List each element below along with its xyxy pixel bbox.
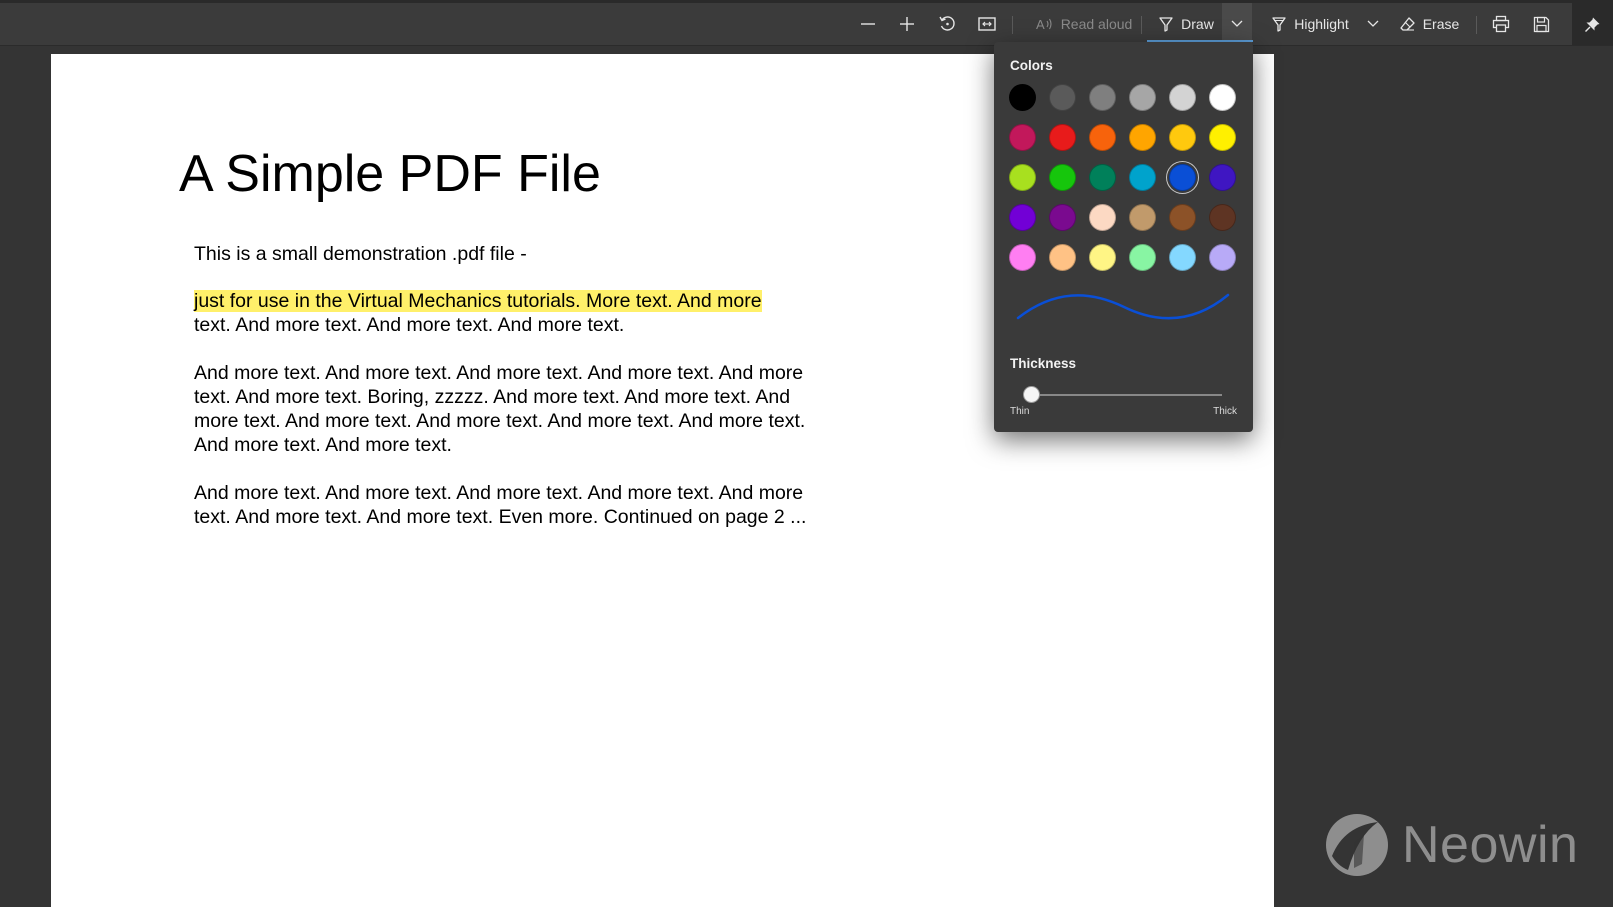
color-swatch[interactable] <box>1209 164 1236 191</box>
color-swatch[interactable] <box>1009 84 1036 111</box>
color-swatch[interactable] <box>1129 124 1156 151</box>
color-swatch[interactable] <box>1009 204 1036 231</box>
draw-button[interactable]: Draw <box>1152 3 1220 45</box>
highlight-label: Highlight <box>1294 16 1349 32</box>
document-title: A Simple PDF File <box>179 145 601 203</box>
color-swatch[interactable] <box>1209 244 1236 271</box>
paragraph-3-line: more text. And more text. And more text.… <box>194 410 806 432</box>
read-aloud-icon: A <box>1036 17 1052 32</box>
draw-options-panel: Colors Thickness Thin Thick <box>994 42 1253 432</box>
color-swatch[interactable] <box>1049 164 1076 191</box>
color-swatch[interactable] <box>1169 204 1196 231</box>
color-swatch[interactable] <box>1089 124 1116 151</box>
fit-page-button[interactable] <box>975 3 999 45</box>
stroke-preview <box>1016 293 1230 320</box>
paragraph-2-line-2: text. And more text. And more text. And … <box>194 314 625 336</box>
thickness-slider-track[interactable] <box>1025 394 1222 396</box>
color-swatch[interactable] <box>1129 164 1156 191</box>
pin-toolbar-button[interactable] <box>1572 3 1613 45</box>
color-swatch[interactable] <box>1209 204 1236 231</box>
minus-icon <box>861 23 875 25</box>
eraser-icon <box>1400 16 1415 31</box>
draw-pen-icon <box>1159 17 1173 32</box>
plus-icon <box>900 17 914 31</box>
read-aloud-button[interactable]: A Read aloud <box>1030 3 1138 45</box>
thickness-heading: Thickness <box>1010 356 1077 371</box>
color-swatch[interactable] <box>1049 124 1076 151</box>
color-swatch[interactable] <box>1169 164 1196 191</box>
zoom-in-button[interactable] <box>895 3 919 45</box>
toolbar-separator <box>1141 16 1142 34</box>
chevron-down-icon <box>1367 20 1379 27</box>
paragraph-2-line-1: just for use in the Virtual Mechanics tu… <box>194 289 762 313</box>
highlight-options-dropdown[interactable] <box>1360 3 1386 45</box>
color-swatch[interactable] <box>1089 204 1116 231</box>
zoom-out-button[interactable] <box>856 3 880 45</box>
color-swatch[interactable] <box>1129 84 1156 111</box>
color-swatch[interactable] <box>1169 124 1196 151</box>
neowin-logo-icon <box>1326 814 1388 876</box>
draw-label: Draw <box>1181 16 1214 32</box>
paragraph-3-line: text. And more text. Boring, zzzzz. And … <box>194 386 791 408</box>
color-swatch[interactable] <box>1049 204 1076 231</box>
color-swatch[interactable] <box>1209 124 1236 151</box>
paragraph-4-line: text. And more text. And more text. Even… <box>194 506 807 528</box>
erase-label: Erase <box>1422 16 1460 32</box>
color-swatch[interactable] <box>1129 204 1156 231</box>
watermark-text: Neowin <box>1402 816 1579 874</box>
color-swatch[interactable] <box>1009 164 1036 191</box>
highlight-button[interactable]: Highlight <box>1264 3 1356 45</box>
fit-page-icon <box>978 17 996 31</box>
thickness-slider-thumb[interactable] <box>1022 386 1040 403</box>
color-swatch[interactable] <box>1089 244 1116 271</box>
rotate-button[interactable] <box>935 3 959 45</box>
color-swatch[interactable] <box>1049 84 1076 111</box>
draw-options-dropdown[interactable] <box>1222 3 1252 45</box>
thick-label: Thick <box>1213 406 1237 417</box>
erase-button[interactable]: Erase <box>1398 3 1460 45</box>
print-button[interactable] <box>1489 3 1513 45</box>
paragraph-3-line: And more text. And more text. <box>194 434 452 456</box>
thin-label: Thin <box>1010 406 1030 417</box>
rotate-icon <box>939 16 955 31</box>
pin-icon <box>1585 17 1600 32</box>
color-swatch[interactable] <box>1209 84 1236 111</box>
save-button[interactable] <box>1529 3 1553 45</box>
color-swatch[interactable] <box>1169 84 1196 111</box>
color-swatch[interactable] <box>1009 244 1036 271</box>
toolbar-separator <box>1476 16 1477 34</box>
highlighted-text: just for use in the Virtual Mechanics tu… <box>194 290 762 312</box>
paragraph-3-line: And more text. And more text. And more t… <box>194 362 804 384</box>
read-aloud-label: Read aloud <box>1060 16 1133 32</box>
color-swatch[interactable] <box>1129 244 1156 271</box>
color-swatch[interactable] <box>1169 244 1196 271</box>
paragraph-1: This is a small demonstration .pdf file … <box>194 243 527 265</box>
color-swatch[interactable] <box>1009 124 1036 151</box>
color-swatch[interactable] <box>1089 84 1116 111</box>
color-swatch[interactable] <box>1089 164 1116 191</box>
neowin-watermark: Neowin <box>1324 810 1578 880</box>
highlighter-icon <box>1272 17 1286 32</box>
toolbar-separator <box>1012 16 1013 34</box>
save-icon <box>1533 16 1549 32</box>
chevron-down-icon <box>1231 20 1243 27</box>
pdf-toolbar: A Read aloud Draw Highlight Erase <box>0 3 1613 46</box>
svg-text:A: A <box>1036 17 1045 32</box>
pin-button-inner <box>1572 3 1613 45</box>
printer-icon <box>1492 15 1510 33</box>
color-swatch[interactable] <box>1049 244 1076 271</box>
paragraph-4-line: And more text. And more text. And more t… <box>194 482 804 504</box>
